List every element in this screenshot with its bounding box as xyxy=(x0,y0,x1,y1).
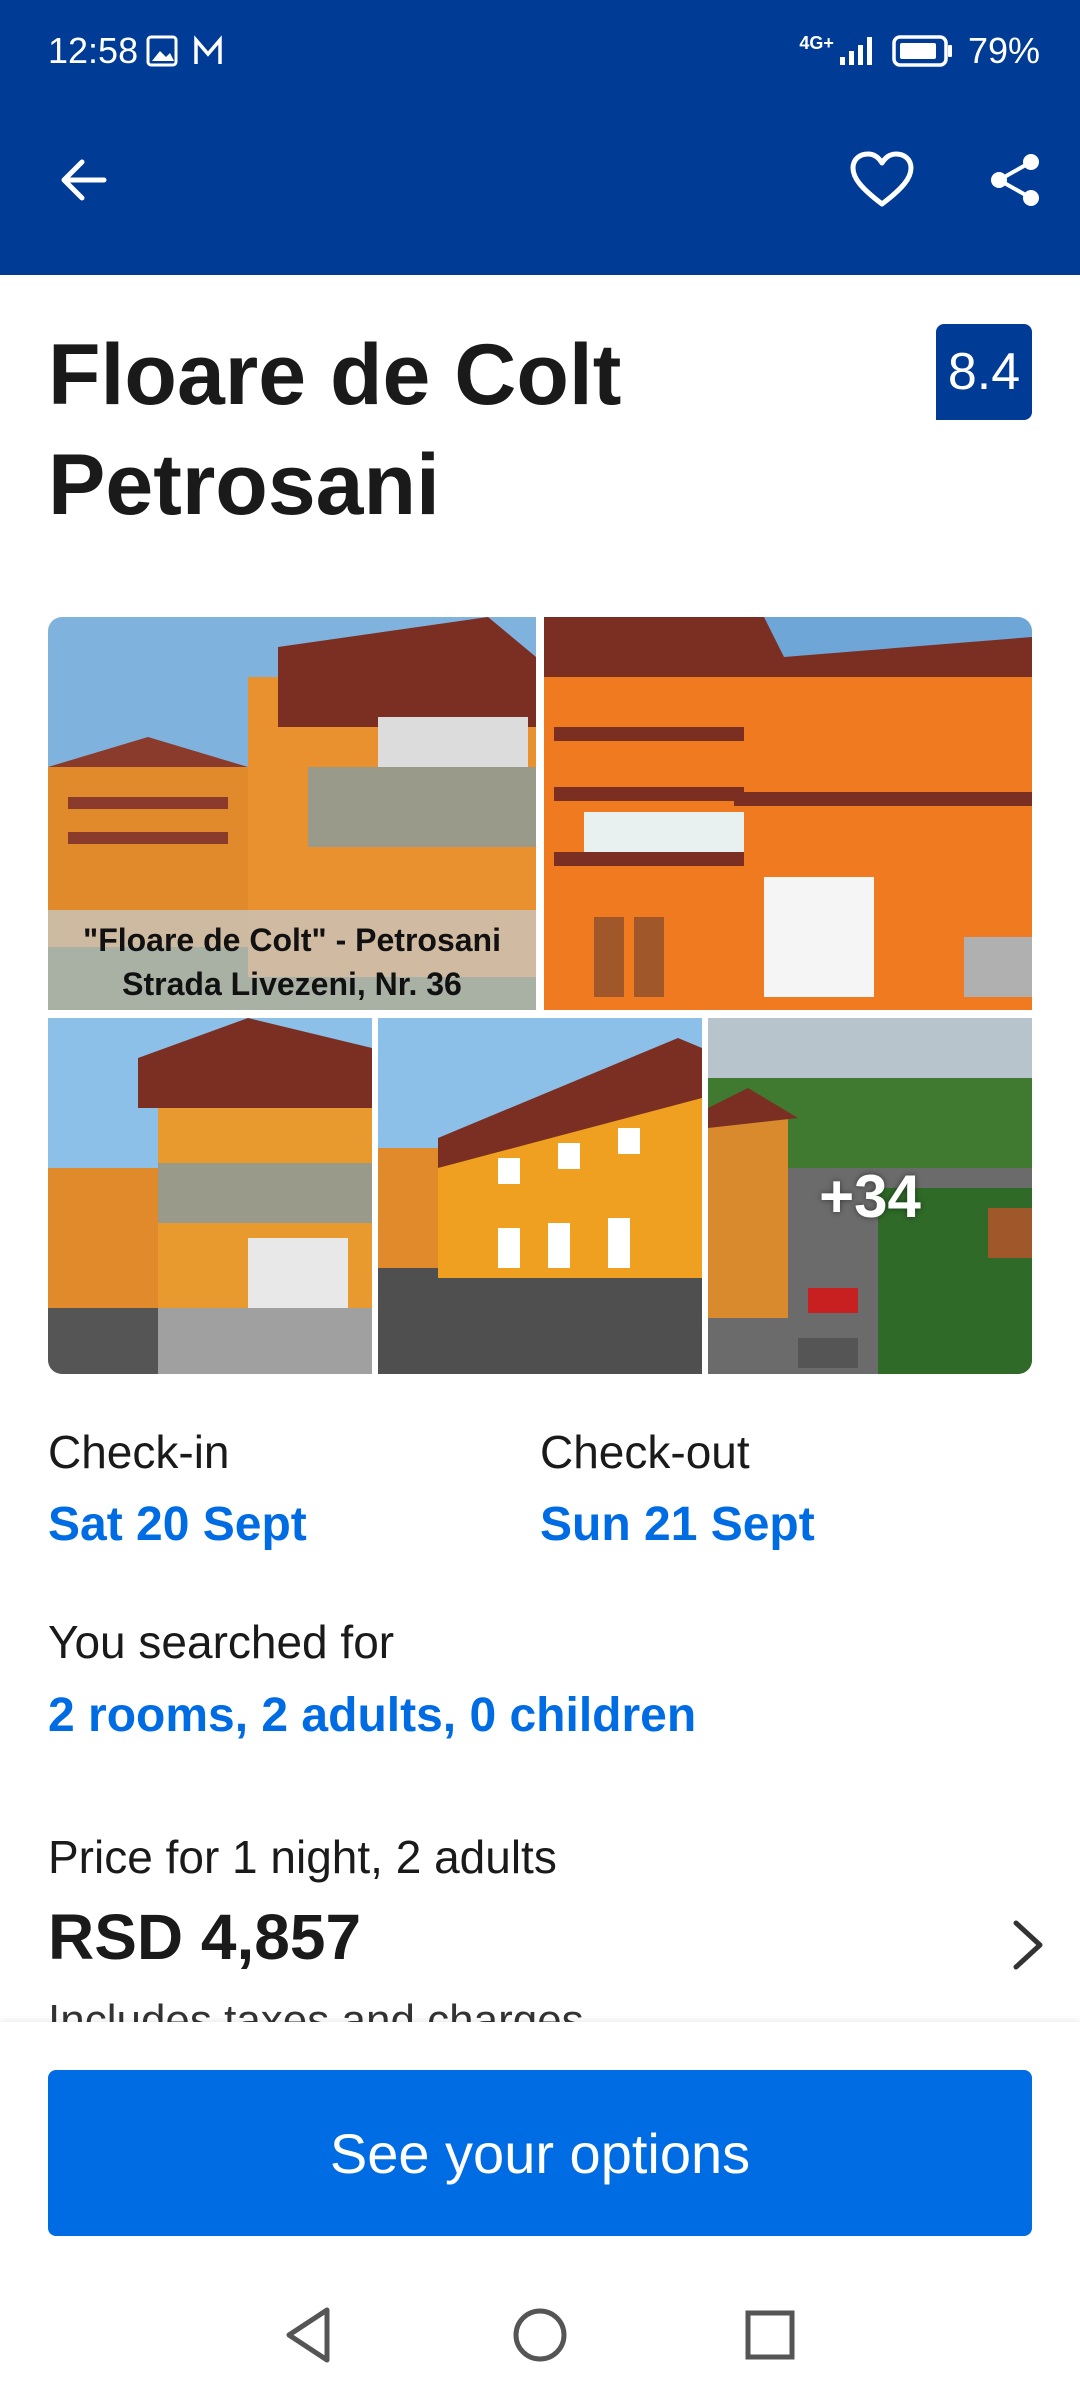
more-photos-count: +34 xyxy=(819,1162,921,1230)
price-amount: RSD 4,857 xyxy=(48,1901,362,1973)
property-title: Floare de Colt Petrosani xyxy=(48,320,808,540)
checkout-label: Check-out xyxy=(540,1426,750,1478)
status-time: 12:58 xyxy=(48,30,139,71)
search-label: You searched for xyxy=(48,1616,395,1668)
back-button[interactable] xyxy=(44,140,124,220)
battery-icon xyxy=(892,35,952,67)
photo-caption-line1: "Floare de Colt" - Petrosani xyxy=(83,922,501,958)
notification-icons xyxy=(146,35,222,67)
square-recents-icon[interactable] xyxy=(735,2300,805,2370)
checkout-date[interactable]: Sun 21 Sept xyxy=(540,1497,815,1552)
photo-caption-line2: Strada Livezeni, Nr. 36 xyxy=(122,966,462,1002)
chevron-right-icon[interactable] xyxy=(1000,1915,1056,1975)
gallery-photo-2[interactable] xyxy=(544,617,1032,1010)
gallery-photo-4[interactable] xyxy=(378,1018,702,1374)
favorite-button[interactable] xyxy=(842,140,922,220)
share-icon xyxy=(991,154,1039,206)
checkin-label: Check-in xyxy=(48,1426,230,1478)
triangle-back-icon[interactable] xyxy=(275,2300,345,2370)
property-title-line2: Petrosani xyxy=(48,437,440,533)
price-includes-note: Includes taxes and charges xyxy=(48,1996,584,2024)
photo-gallery: "Floare de Colt" - Petrosani Strada Live… xyxy=(48,617,1032,1374)
photo-caption: "Floare de Colt" - Petrosani Strada Live… xyxy=(48,910,536,1010)
arrow-left-icon xyxy=(61,159,107,201)
checkin-date[interactable]: Sat 20 Sept xyxy=(48,1497,307,1552)
see-options-button[interactable]: See your options xyxy=(48,2070,1032,2236)
review-score-badge[interactable]: 8.4 xyxy=(936,324,1032,420)
status-bar: 12:58 4G+ 79% xyxy=(0,0,1080,100)
property-title-line1: Floare de Colt xyxy=(48,327,622,423)
heart-icon xyxy=(850,151,914,207)
share-button[interactable] xyxy=(975,140,1055,220)
gallery-photo-3[interactable] xyxy=(48,1018,372,1374)
network-type: 4G+ xyxy=(799,32,834,53)
price-label: Price for 1 night, 2 adults xyxy=(48,1831,557,1883)
search-summary[interactable]: 2 rooms, 2 adults, 0 children xyxy=(48,1688,696,1743)
circle-home-icon[interactable] xyxy=(505,2300,575,2370)
status-right: 4G+ 79% xyxy=(799,30,1040,72)
hotel-photo-3 xyxy=(48,1018,372,1374)
hotel-photo-4 xyxy=(378,1018,702,1374)
signal-icon xyxy=(839,37,872,65)
hotel-photo-2 xyxy=(544,617,1032,1010)
gallery-photo-5[interactable]: +34 xyxy=(708,1018,1032,1374)
gallery-photo-1[interactable]: "Floare de Colt" - Petrosani Strada Live… xyxy=(48,617,536,1010)
battery-level: 79% xyxy=(967,30,1040,71)
